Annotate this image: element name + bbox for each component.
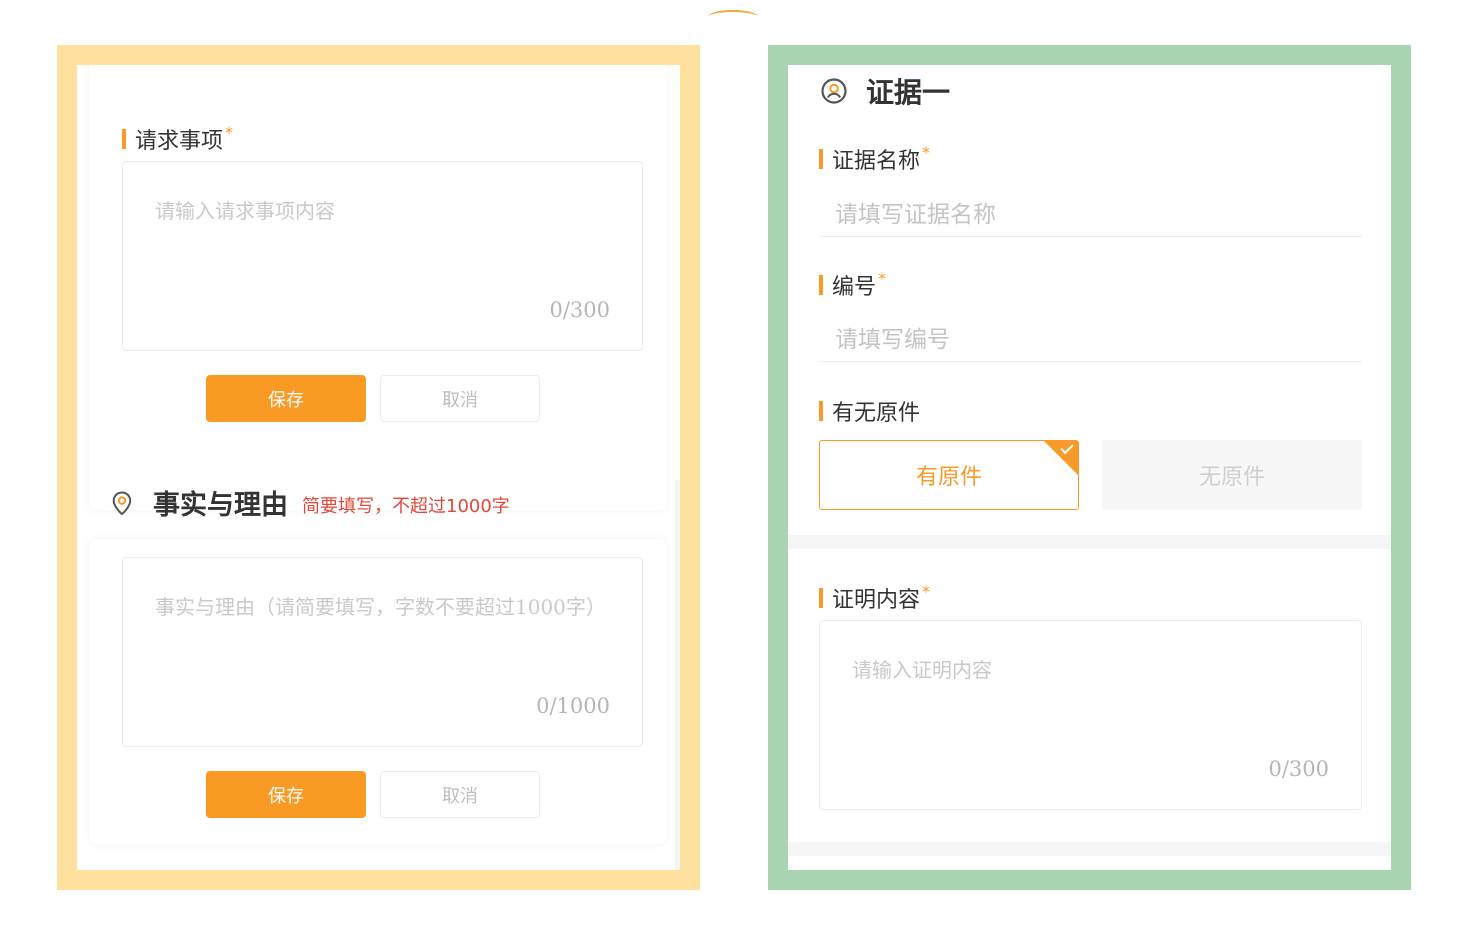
label-accent-bar <box>819 275 823 295</box>
proof-content-textarea[interactable]: 请输入证明内容 0/300 <box>819 620 1362 810</box>
evidence-number-label-text: 编号 <box>832 275 877 300</box>
location-pin-icon <box>112 490 132 515</box>
facts-section-title: 事实与理由 <box>153 490 288 521</box>
request-cancel-button[interactable]: 取消 <box>380 375 540 422</box>
right-screen: 证据一 证据名称 * 请填写证据名称 编号 * 请填写编号 有无原件 有原件 无… <box>788 65 1391 870</box>
original-doc-label-text: 有无原件 <box>832 401 921 426</box>
request-placeholder: 请输入请求事项内容 <box>155 199 335 223</box>
option-no-original[interactable]: 无原件 <box>1102 440 1362 510</box>
request-textarea[interactable]: 请输入请求事项内容 0/300 <box>122 161 643 351</box>
label-accent-bar <box>819 401 823 421</box>
evidence-name-placeholder: 请填写证据名称 <box>835 202 996 228</box>
label-accent-bar <box>819 588 823 608</box>
label-accent-bar <box>819 149 823 169</box>
evidence-number-placeholder: 请填写编号 <box>835 327 950 353</box>
required-mark: * <box>225 123 234 142</box>
proof-content-label: 证明内容 * <box>819 582 930 614</box>
facts-placeholder: 事实与理由（请简要填写，字数不要超过1000字） <box>155 595 606 619</box>
label-accent-bar <box>122 129 126 149</box>
right-phone-frame: 证据一 证据名称 * 请填写证据名称 编号 * 请填写编号 有无原件 有原件 无… <box>768 45 1411 890</box>
bottom-divider <box>788 842 1391 856</box>
left-phone-frame: 请求事项 * 请输入请求事项内容 0/300 保存 取消 事实与理由 简要填写，… <box>57 45 700 890</box>
evidence-name-input[interactable]: 请填写证据名称 <box>819 185 1362 237</box>
request-card: 请求事项 * 请输入请求事项内容 0/300 保存 取消 <box>89 65 667 510</box>
section-divider <box>788 535 1391 549</box>
evidence-header: 证据一 <box>820 71 950 111</box>
request-save-button[interactable]: 保存 <box>206 375 366 422</box>
evidence-name-label: 证据名称 * <box>819 143 930 175</box>
facts-cancel-button[interactable]: 取消 <box>380 771 540 818</box>
proof-content-label-text: 证明内容 <box>832 588 921 613</box>
evidence-title: 证据一 <box>866 76 951 109</box>
original-doc-label: 有无原件 <box>819 395 920 427</box>
option-has-original-label: 有原件 <box>915 465 982 490</box>
required-mark: * <box>922 582 931 601</box>
facts-card: 事实与理由（请简要填写，字数不要超过1000字） 0/1000 保存 取消 <box>89 539 667 844</box>
top-arc-decoration <box>708 10 758 24</box>
request-label-text: 请求事项 <box>135 129 224 154</box>
option-no-original-label: 无原件 <box>1198 465 1265 490</box>
required-mark: * <box>922 143 931 162</box>
facts-section-header: 事实与理由 简要填写，不超过1000字 <box>109 483 510 522</box>
request-char-counter: 0/300 <box>549 298 610 322</box>
evidence-number-label: 编号 * <box>819 269 886 301</box>
option-has-original[interactable]: 有原件 <box>819 440 1079 510</box>
user-circle-icon <box>821 78 847 104</box>
facts-section-hint: 简要填写，不超过1000字 <box>302 495 510 517</box>
facts-char-counter: 0/1000 <box>536 694 610 718</box>
proof-content-placeholder: 请输入证明内容 <box>852 658 992 682</box>
request-label: 请求事项 * <box>122 123 233 155</box>
scrollbar-track[interactable] <box>675 480 680 870</box>
facts-textarea[interactable]: 事实与理由（请简要填写，字数不要超过1000字） 0/1000 <box>122 557 643 747</box>
facts-save-button[interactable]: 保存 <box>206 771 366 818</box>
left-screen: 请求事项 * 请输入请求事项内容 0/300 保存 取消 事实与理由 简要填写，… <box>77 65 680 870</box>
evidence-name-label-text: 证据名称 <box>832 149 921 174</box>
required-mark: * <box>878 269 887 288</box>
evidence-number-input[interactable]: 请填写编号 <box>819 310 1362 362</box>
proof-content-char-counter: 0/300 <box>1268 757 1329 781</box>
